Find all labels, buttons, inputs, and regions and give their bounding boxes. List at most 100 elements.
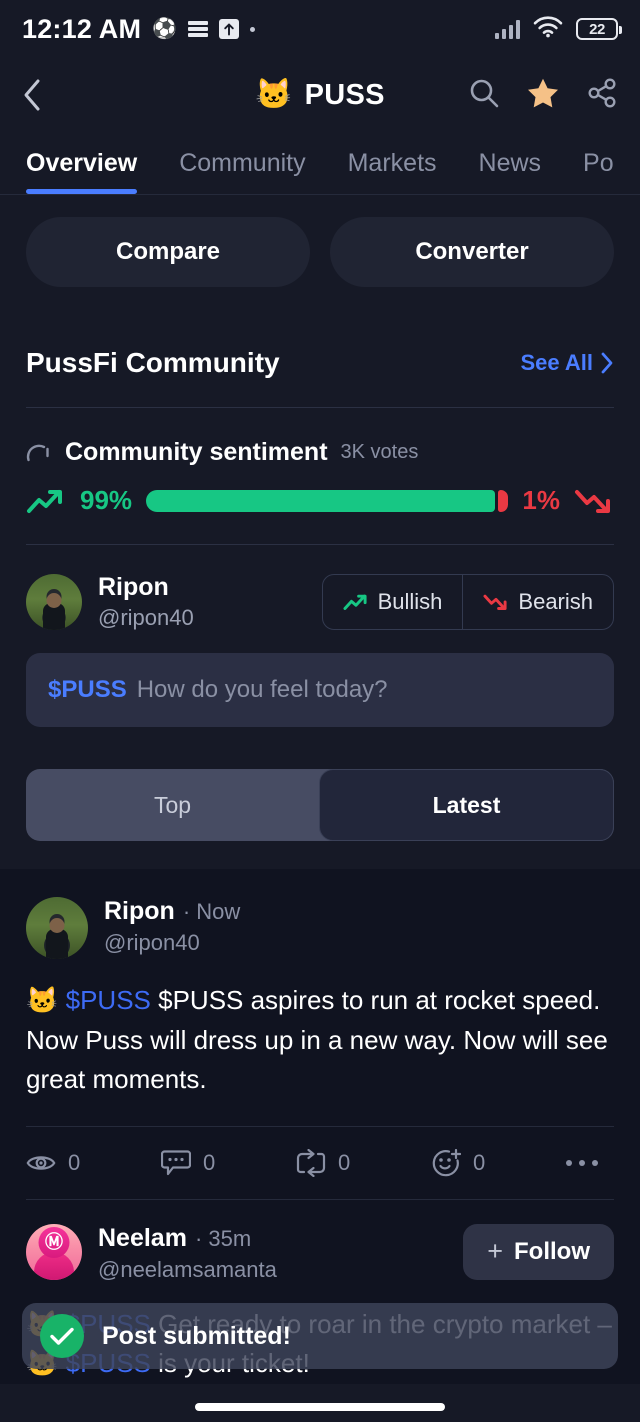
post-header: Ripon · Now @ripon40 [26, 897, 614, 959]
bearish-button[interactable]: Bearish [462, 575, 613, 629]
page-title: PUSS [304, 78, 385, 111]
avatar-logo: Ⓜ [38, 1226, 70, 1258]
composer-user-row: Ripon @ripon40 Bullish Bearish [0, 545, 640, 631]
chevron-left-icon [24, 79, 40, 111]
trend-up-icon [27, 489, 62, 513]
tab-portfolio[interactable]: Po [583, 149, 614, 194]
more-horizontal-icon[interactable] [566, 1159, 598, 1166]
bearish-percent: 1% [522, 485, 560, 515]
eye-icon [26, 1155, 56, 1170]
back-button[interactable] [22, 74, 64, 116]
converter-button[interactable]: Converter [330, 217, 614, 287]
view-count: 0 [68, 1149, 81, 1175]
repost-action[interactable]: 0 [296, 1148, 431, 1177]
status-bar-right: 22 [494, 15, 622, 43]
post-ticker-tag[interactable]: $PUSS [66, 985, 151, 1015]
follow-button-label: Follow [514, 1237, 590, 1265]
post-timestamp: · Now [182, 899, 241, 924]
list-item[interactable]: Ripon · Now @ripon40 🐱 $PUSS $PUSS aspir… [0, 897, 640, 1177]
cellular-signal-icon [494, 19, 520, 39]
composer-user-info: Ripon @ripon40 [98, 573, 194, 631]
post-author-info: Neelam · 35m @neelamsamanta [98, 1224, 277, 1283]
check-circle-icon [40, 1314, 84, 1358]
post-author-name: Neelam [98, 1223, 187, 1252]
puss-logo-icon: 🐱 [255, 78, 293, 111]
avatar[interactable] [26, 574, 82, 630]
layers-icon [188, 20, 209, 38]
search-icon[interactable] [468, 77, 500, 114]
post-header: Ⓜ Neelam · 35m @neelamsamanta + Follow [26, 1223, 614, 1283]
composer-user-name: Ripon [98, 573, 169, 601]
star-icon[interactable] [526, 77, 560, 114]
header-actions [468, 77, 618, 114]
sentiment-bar-bearish [497, 489, 509, 512]
bullish-percent: 99% [80, 485, 133, 515]
post-author-line: Neelam · 35m [98, 1224, 277, 1253]
feed-filter-latest[interactable]: Latest [319, 769, 614, 841]
composer-placeholder: How do you feel today? [136, 676, 388, 703]
sentiment-bar [146, 489, 509, 512]
comment-count: 0 [203, 1149, 216, 1175]
add-reaction-action[interactable]: 0 [431, 1148, 566, 1177]
share-icon[interactable] [586, 77, 618, 114]
comment-action[interactable]: 0 [161, 1149, 296, 1177]
compare-button[interactable]: Compare [26, 217, 310, 287]
see-all-link[interactable]: See All [520, 350, 614, 376]
section-tabs[interactable]: Overview Community Markets News Po [0, 132, 640, 194]
status-bar-left: 12:12 AM ⚽ [22, 13, 256, 45]
reaction-count: 0 [473, 1149, 486, 1175]
bearish-button-label: Bearish [518, 589, 593, 614]
status-bar: 12:12 AM ⚽ 22 [0, 0, 640, 58]
community-section-title: PussFi Community [26, 347, 280, 378]
bullish-button-label: Bullish [377, 589, 443, 614]
status-bar-time: 12:12 AM [22, 13, 142, 44]
composer-ticker: $PUSS [48, 676, 127, 703]
gauge-icon [26, 444, 49, 461]
follow-button[interactable]: + Follow [463, 1223, 614, 1280]
tab-markets[interactable]: Markets [348, 149, 437, 194]
view-count-action[interactable]: 0 [26, 1150, 161, 1176]
post-composer-input[interactable]: $PUSS How do you feel today? [26, 653, 614, 727]
home-indicator[interactable] [195, 1403, 445, 1411]
post-author-info: Ripon · Now @ripon40 [104, 897, 240, 956]
wifi-icon [533, 15, 563, 43]
dot-icon [250, 26, 256, 32]
soccer-ball-emoji-icon: ⚽ [152, 18, 178, 40]
sentiment-bar-row: 99% 1% [0, 467, 640, 516]
add-reaction-icon [432, 1148, 461, 1176]
tab-news[interactable]: News [479, 149, 542, 194]
sentiment-bar-bullish [146, 489, 495, 512]
battery-icon: 22 [576, 18, 622, 40]
community-sentiment-header: Community sentiment 3K votes [0, 408, 640, 467]
toast-message: Post submitted! [102, 1321, 291, 1350]
see-all-label: See All [520, 350, 593, 375]
app-header: 🐱 PUSS [0, 58, 640, 132]
comment-icon [161, 1149, 191, 1175]
quick-action-row: Compare Converter [0, 195, 640, 287]
feed-filter-segmented-control[interactable]: Top Latest [26, 769, 614, 841]
sentiment-label: Community sentiment [65, 438, 328, 466]
sentiment-votes: 3K votes [340, 441, 419, 463]
avatar[interactable] [26, 897, 88, 959]
tab-overview[interactable]: Overview [26, 149, 138, 194]
post-author-name: Ripon [104, 897, 175, 925]
post-timestamp: · 35m [194, 1225, 252, 1251]
feed-filter-top[interactable]: Top [26, 769, 319, 841]
toast-notification: Post submitted! [22, 1303, 618, 1369]
post-author-line: Ripon · Now [104, 897, 240, 926]
plus-icon: + [487, 1236, 504, 1267]
repost-count: 0 [338, 1149, 351, 1175]
bullish-button[interactable]: Bullish [323, 575, 463, 629]
trend-up-icon [343, 594, 367, 610]
trend-down-icon [575, 489, 610, 513]
post-author-handle: @neelamsamanta [98, 1256, 277, 1282]
upload-box-icon [219, 19, 240, 39]
post-action-bar: 0 0 0 0 [26, 1125, 614, 1177]
tab-community[interactable]: Community [179, 149, 305, 194]
post-body: 🐱 $PUSS $PUSS aspires to run at rocket s… [26, 981, 614, 1100]
battery-level: 22 [589, 20, 605, 38]
avatar[interactable]: Ⓜ [26, 1223, 82, 1280]
sentiment-vote-group: Bullish Bearish [321, 574, 614, 630]
post-author-handle: @ripon40 [104, 930, 200, 955]
repost-icon [296, 1148, 326, 1177]
